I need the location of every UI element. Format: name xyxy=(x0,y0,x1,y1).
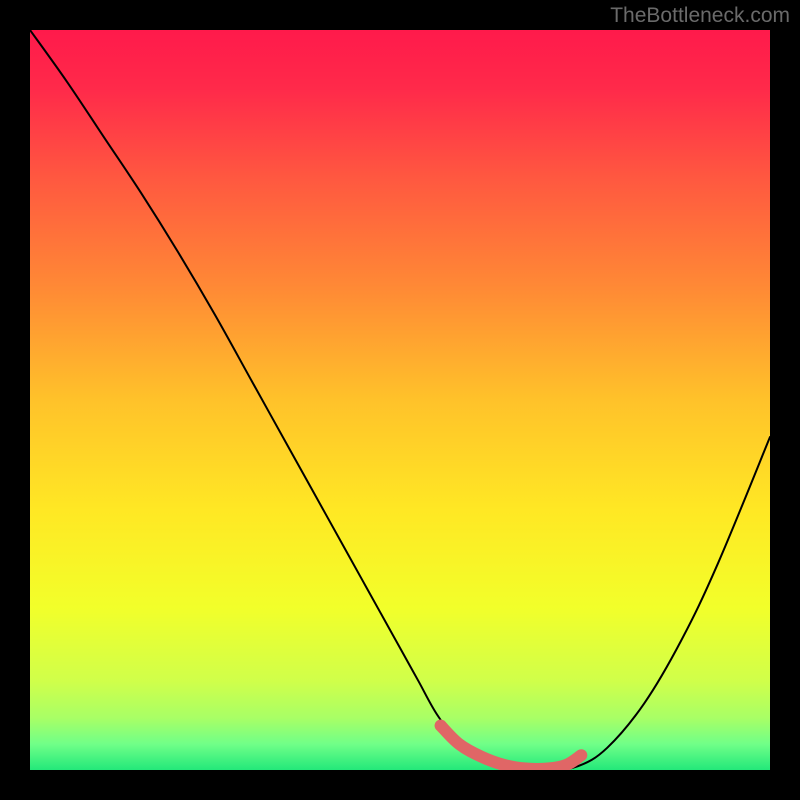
optimal-range-highlight xyxy=(441,726,582,769)
bottleneck-curve xyxy=(30,30,770,770)
plot-area xyxy=(30,30,770,770)
chart-stage: TheBottleneck.com xyxy=(0,0,800,800)
curve-layer xyxy=(30,30,770,770)
attribution-text: TheBottleneck.com xyxy=(610,4,790,28)
optimal-range-dot xyxy=(435,720,447,732)
